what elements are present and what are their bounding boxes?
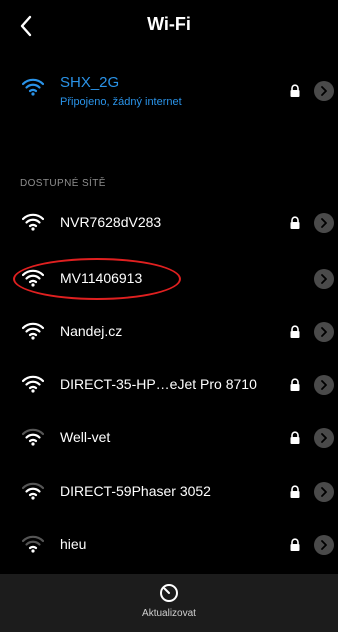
chevron-right-icon: [321, 274, 327, 284]
network-details-button[interactable]: [314, 482, 334, 502]
chevron-right-icon: [321, 218, 327, 228]
lock-icon: [290, 538, 300, 551]
network-details-button[interactable]: [314, 375, 334, 395]
network-ssid: Nandej.cz: [60, 323, 123, 339]
wifi-signal-icon: [22, 269, 44, 287]
lock-icon: [290, 378, 300, 391]
lock-icon: [290, 431, 300, 444]
available-networks-label: DOSTUPNÉ SÍTĚ: [20, 178, 106, 189]
network-row[interactable]: Well-vet: [0, 412, 338, 464]
connected-status: Připojeno, žádný internet: [60, 96, 182, 108]
network-details-button[interactable]: [314, 535, 334, 555]
network-details-button[interactable]: [314, 213, 334, 233]
wifi-signal-icon: [22, 322, 44, 340]
network-row[interactable]: DIRECT-35-HP…eJet Pro 8710: [0, 359, 338, 411]
wifi-signal-icon: [22, 535, 44, 553]
network-row[interactable]: DIRECT-59Phaser 3052: [0, 466, 338, 518]
page-title: Wi-Fi: [147, 14, 191, 34]
chevron-right-icon: [321, 86, 327, 96]
header: Wi-Fi: [0, 0, 338, 52]
chevron-right-icon: [321, 540, 327, 550]
network-ssid: Well-vet: [60, 429, 111, 445]
chevron-right-icon: [321, 433, 327, 443]
lock-icon: [290, 485, 300, 498]
network-ssid: NVR7628dV283: [60, 214, 162, 230]
wifi-connected-icon: [22, 78, 44, 96]
lock-icon: [290, 325, 300, 338]
connected-network-row[interactable]: SHX_2G Připojeno, žádný internet: [0, 68, 338, 118]
wifi-settings-screen: Wi-Fi SHX_2G Připojeno, žádný internet D…: [0, 0, 338, 632]
refresh-icon: [160, 584, 178, 602]
refresh-button[interactable]: Aktualizovat: [0, 582, 338, 619]
network-row[interactable]: Nandej.cz: [0, 306, 338, 358]
lock-icon: [290, 216, 300, 229]
network-ssid: DIRECT-35-HP…eJet Pro 8710: [60, 376, 257, 392]
wifi-signal-icon: [22, 375, 44, 393]
chevron-right-icon: [321, 327, 327, 337]
connected-ssid: SHX_2G: [60, 74, 120, 91]
bottom-bar: Aktualizovat: [0, 574, 338, 632]
wifi-signal-icon: [22, 213, 44, 231]
network-details-button[interactable]: [314, 269, 334, 289]
chevron-right-icon: [321, 487, 327, 497]
network-row[interactable]: MV11406913: [0, 253, 338, 305]
wifi-signal-icon: [22, 428, 44, 446]
network-row[interactable]: NVR7628dV283: [0, 197, 338, 249]
network-row[interactable]: hieu: [0, 519, 338, 571]
connected-details-button[interactable]: [314, 81, 334, 101]
network-details-button[interactable]: [314, 428, 334, 448]
network-ssid: DIRECT-59Phaser 3052: [60, 483, 211, 499]
chevron-right-icon: [321, 380, 327, 390]
lock-icon: [290, 84, 300, 97]
network-details-button[interactable]: [314, 322, 334, 342]
wifi-signal-icon: [22, 482, 44, 500]
network-ssid: hieu: [60, 536, 87, 552]
refresh-label: Aktualizovat: [142, 608, 196, 619]
network-ssid: MV11406913: [60, 270, 143, 286]
